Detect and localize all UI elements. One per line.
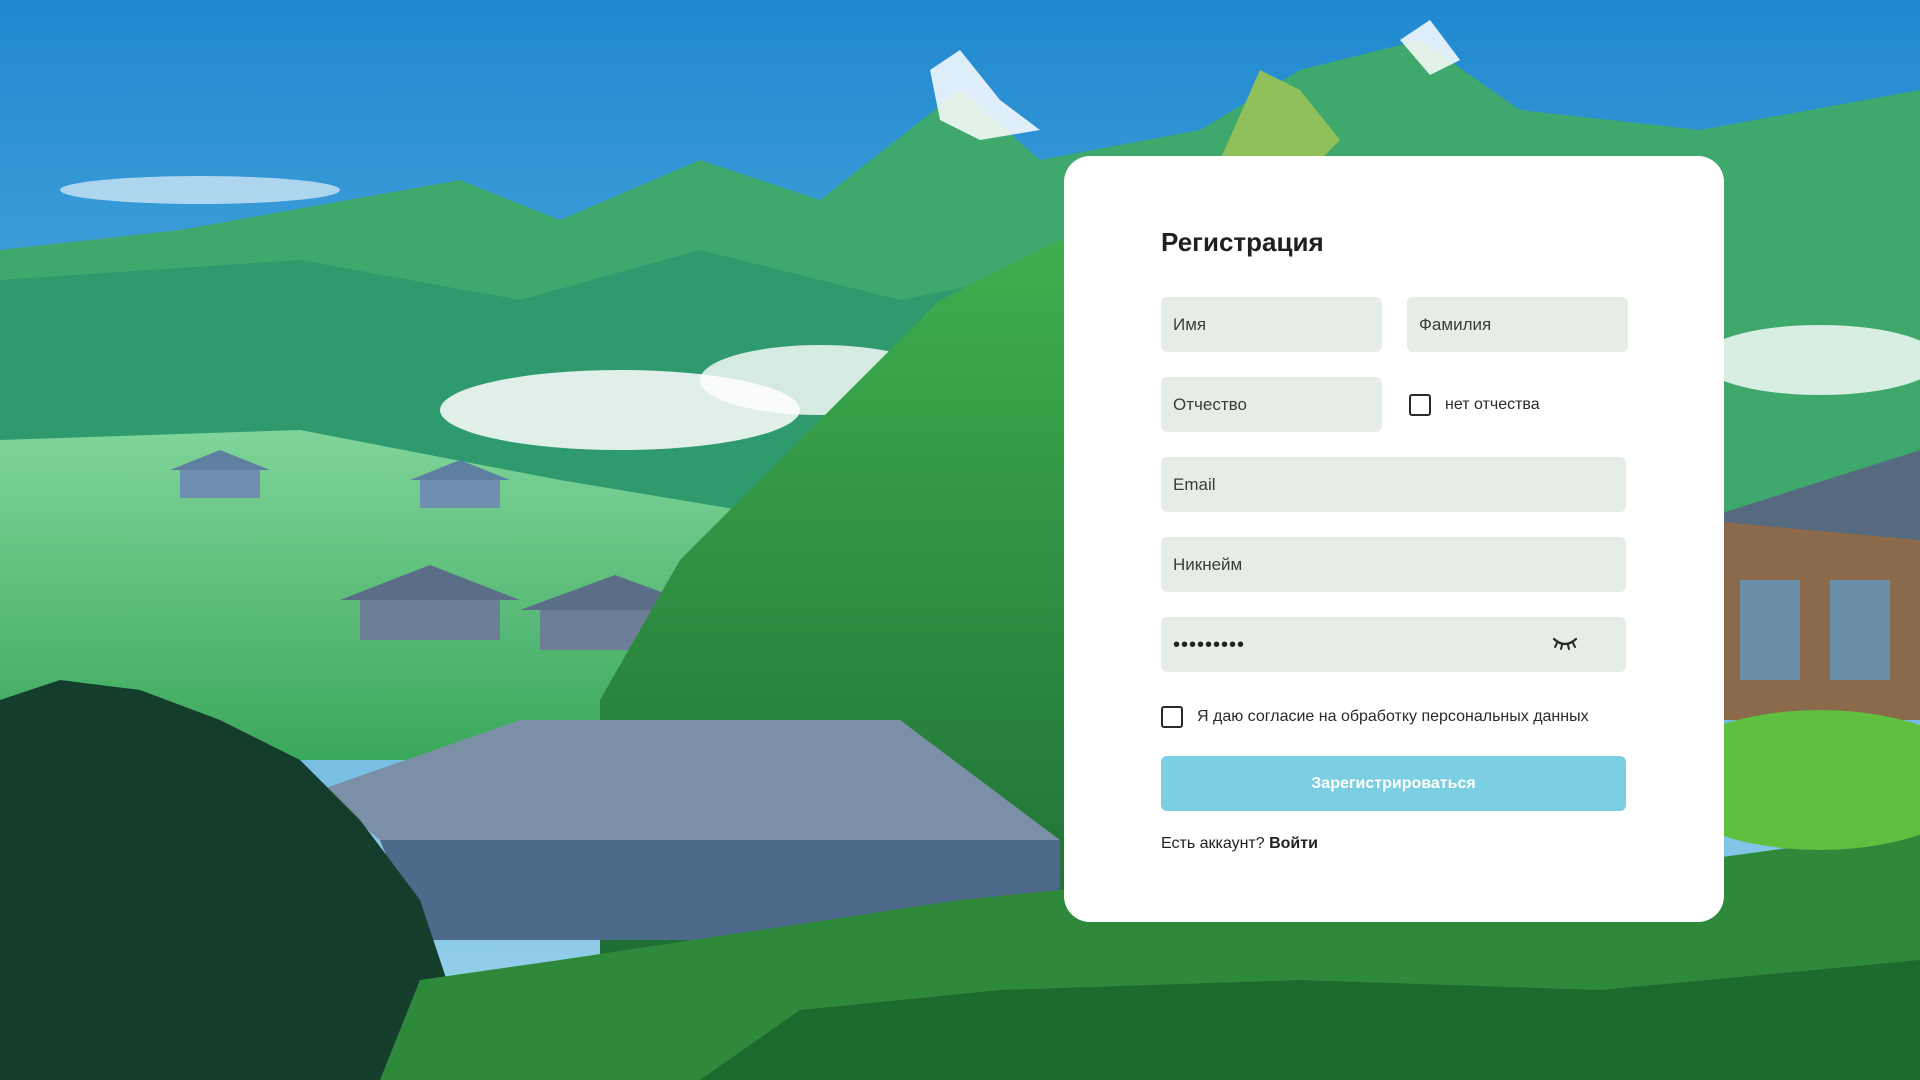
login-link[interactable]: Войти bbox=[1269, 835, 1318, 852]
consent-checkbox[interactable] bbox=[1161, 706, 1183, 728]
first-name-input[interactable] bbox=[1161, 297, 1382, 352]
login-prompt-text: Есть аккаунт? bbox=[1161, 835, 1265, 852]
register-button[interactable]: Зарегистрироваться bbox=[1161, 756, 1626, 811]
patronymic-input[interactable] bbox=[1161, 377, 1382, 432]
no-patronymic-option[interactable]: нет отчества bbox=[1407, 377, 1540, 432]
registration-card: Регистрация нет отчества ••••••••• bbox=[1064, 156, 1724, 922]
nickname-input[interactable] bbox=[1161, 537, 1626, 592]
password-value: ••••••••• bbox=[1173, 633, 1246, 656]
no-patronymic-label: нет отчества bbox=[1445, 395, 1540, 413]
consent-option[interactable]: Я даю согласие на обработку персональных… bbox=[1161, 706, 1627, 728]
login-prompt-line: Есть аккаунт? Войти bbox=[1161, 835, 1627, 853]
no-patronymic-checkbox[interactable] bbox=[1409, 393, 1431, 416]
eye-closed-icon[interactable] bbox=[1552, 635, 1578, 653]
page-title: Регистрация bbox=[1161, 227, 1324, 257]
email-input[interactable] bbox=[1161, 457, 1626, 512]
last-name-input[interactable] bbox=[1407, 297, 1628, 352]
password-input[interactable]: ••••••••• bbox=[1161, 617, 1626, 672]
consent-label: Я даю согласие на обработку персональных… bbox=[1197, 708, 1589, 725]
